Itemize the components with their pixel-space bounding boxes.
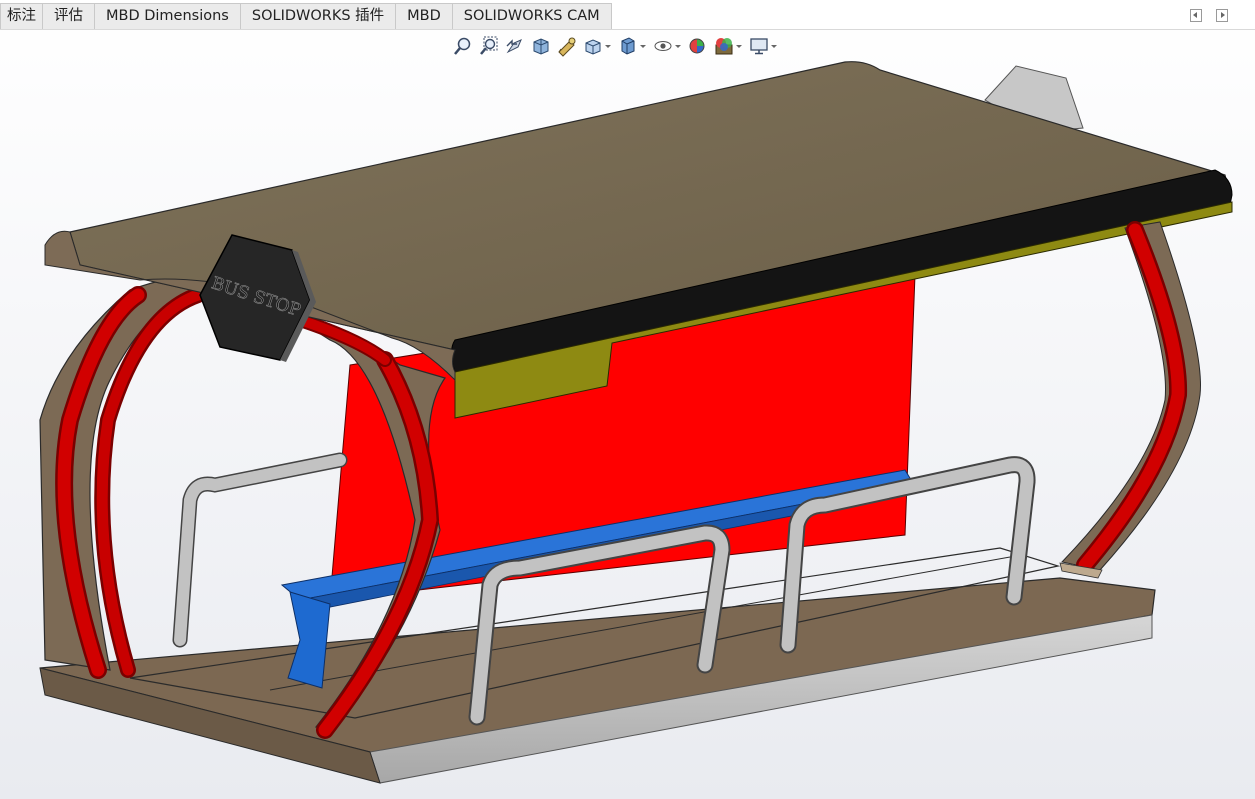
tab-solidworks-cam[interactable]: SOLIDWORKS CAM [451, 3, 612, 29]
tab-list: 标注 评估 MBD Dimensions SOLIDWORKS 插件 MBD S… [0, 3, 612, 29]
tab-solidworks-addins[interactable]: SOLIDWORKS 插件 [239, 3, 397, 29]
collapse-left-icon[interactable] [1190, 9, 1202, 22]
tab-mbd-dimensions[interactable]: MBD Dimensions [94, 3, 241, 29]
tab-annotation[interactable]: 标注 [0, 3, 43, 29]
tab-mbd[interactable]: MBD [395, 3, 453, 29]
expand-right-icon[interactable] [1216, 9, 1228, 22]
bench-leg [287, 591, 331, 689]
command-manager-tabbar: 标注 评估 MBD Dimensions SOLIDWORKS 插件 MBD S… [0, 0, 1255, 30]
tab-evaluate[interactable]: 评估 [42, 3, 95, 29]
model-viewport[interactable]: BUS STOP [0, 30, 1255, 799]
